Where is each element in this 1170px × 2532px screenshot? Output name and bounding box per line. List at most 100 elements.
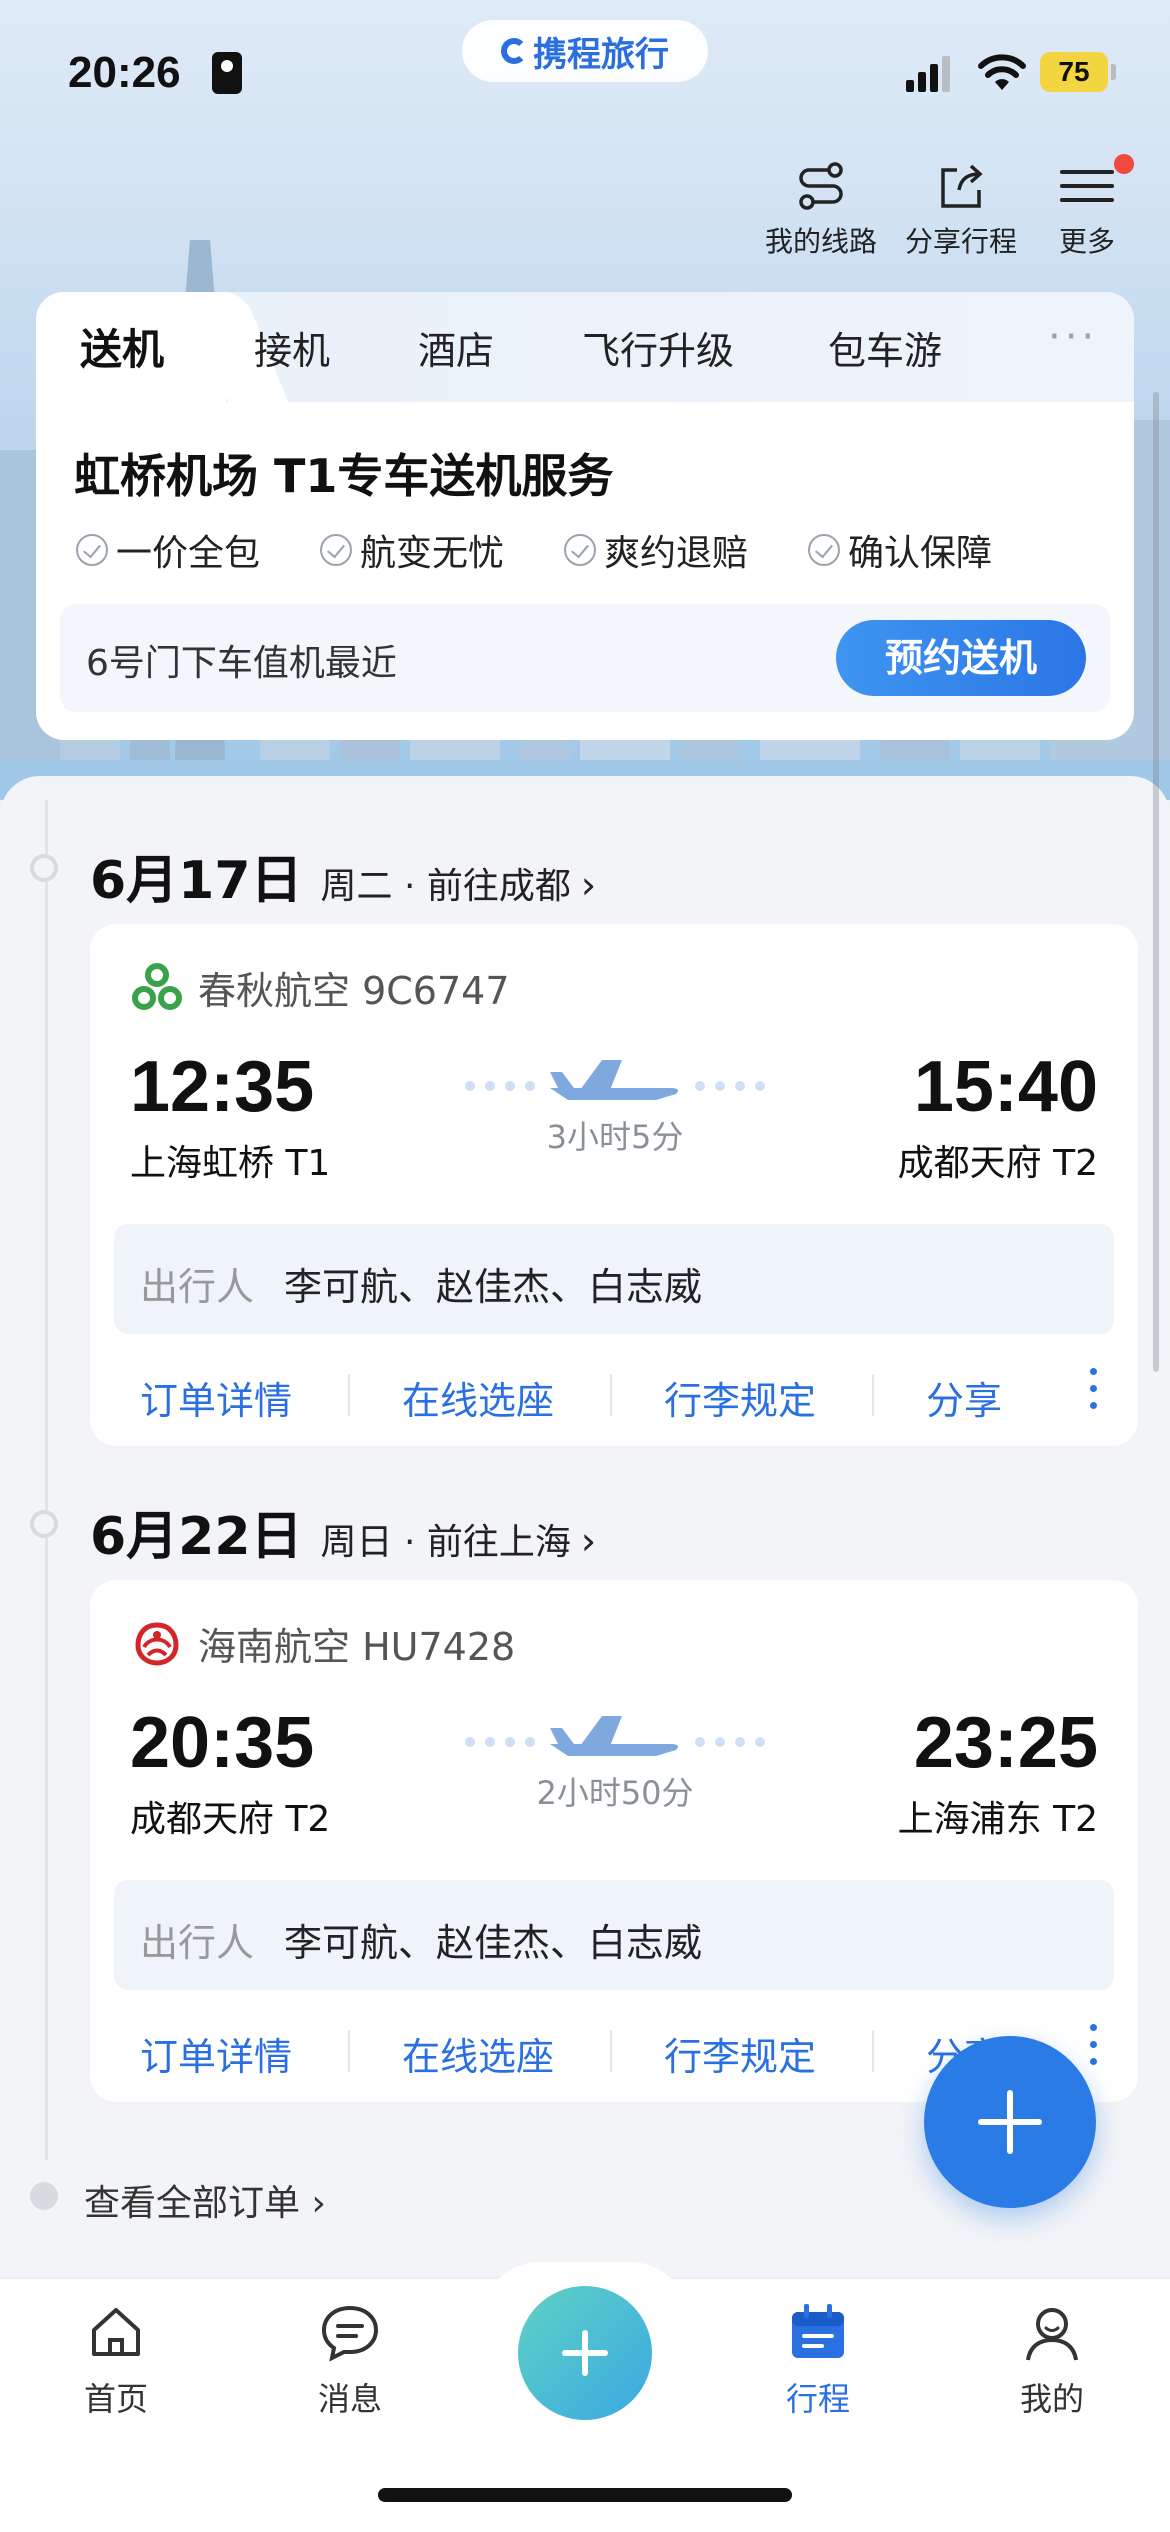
share-icon [941, 164, 983, 208]
feature-item: 一价全包 [76, 524, 260, 576]
nav-messages[interactable]: 消息 [280, 2300, 420, 2420]
trip-date-header[interactable]: 6月17日 周二 · 前往成都 › [90, 838, 596, 913]
check-icon [808, 534, 840, 566]
share-button[interactable]: 分享 [926, 1370, 1002, 1425]
brand-name: 携程旅行 [533, 34, 669, 75]
trip-date-header[interactable]: 6月22日 周日 · 前往上海 › [90, 1494, 596, 1569]
calendar-icon [792, 2304, 844, 2358]
divider [610, 1374, 612, 1416]
home-indicator [378, 2488, 792, 2502]
baggage-rules-button[interactable]: 行李规定 [664, 1370, 816, 1425]
trip-subtitle: 周日 · 前往上海 [320, 1522, 571, 1563]
departure-airport: 上海虹桥 T1 [130, 1143, 331, 1184]
flight-card[interactable]: 海南航空 HU7428 20:35 23:25 成都天府 T2 上海浦东 T2 … [90, 1580, 1138, 2102]
nav-trips-label: 行程 [785, 2380, 850, 2418]
more-tabs-button[interactable]: ··· [1048, 314, 1098, 360]
ctrip-logo-icon [501, 38, 527, 64]
airline-flight-number: 海南航空 HU7428 [198, 1625, 516, 1669]
timeline-line [45, 800, 48, 2160]
seat-selection-button[interactable]: 在线选座 [402, 2026, 554, 2081]
service-title: 虹桥机场 T1专车送机服务 [74, 449, 614, 503]
nav-profile[interactable]: 我的 [982, 2300, 1122, 2420]
nav-add-button[interactable] [518, 2286, 652, 2420]
tab-charter-tour[interactable]: 包车游 [828, 320, 942, 375]
airplane-icon [465, 1716, 765, 1756]
status-time: 20:26 [68, 48, 181, 97]
passenger-box: 出行人 李可航、赵佳杰、白志威 [114, 1224, 1114, 1334]
flight-actions: 订单详情 在线选座 行李规定 分享 [90, 1364, 1138, 1424]
feature-item: 确认保障 [808, 524, 992, 576]
view-all-orders-link[interactable]: 查看全部订单 › [84, 2174, 326, 2226]
divider [872, 1374, 874, 1416]
check-icon [76, 534, 108, 566]
id-card-icon [212, 52, 242, 94]
feature-item: 航变无忧 [320, 524, 504, 576]
arrival-airport: 成都天府 T2 [897, 1143, 1098, 1184]
kebab-menu-icon[interactable] [1088, 2024, 1098, 2074]
passenger-label: 出行人 [140, 1921, 255, 1965]
nav-messages-label: 消息 [317, 2380, 382, 2418]
flight-card[interactable]: 春秋航空 9C6747 12:35 15:40 上海虹桥 T1 成都天府 T2 … [90, 924, 1138, 1446]
order-details-button[interactable]: 订单详情 [140, 1370, 292, 1425]
message-icon [321, 2305, 379, 2362]
divider [610, 2030, 612, 2072]
more-menu-button[interactable]: 更多 [1022, 154, 1152, 260]
user-icon [1026, 2308, 1078, 2361]
trip-subtitle: 周二 · 前往成都 [320, 866, 571, 907]
flight-duration: 2小时50分 [536, 1774, 694, 1812]
arrival-time: 15:40 [913, 1047, 1098, 1127]
wifi-icon [978, 54, 1026, 90]
departure-time: 20:35 [130, 1703, 315, 1783]
flight-duration: 3小时5分 [546, 1118, 684, 1156]
menu-icon [1060, 170, 1114, 202]
departure-time: 12:35 [130, 1047, 315, 1127]
book-dropoff-button[interactable]: 预约送机 [836, 620, 1086, 696]
departure-airport: 成都天府 T2 [130, 1799, 331, 1840]
scrollbar[interactable] [1153, 392, 1159, 1372]
add-trip-fab[interactable] [924, 2036, 1096, 2208]
arrival-airport: 上海浦东 T2 [897, 1799, 1098, 1840]
share-trip-label: 分享行程 [904, 225, 1017, 258]
timeline-dot [30, 854, 58, 882]
chevron-right-icon: › [580, 863, 597, 907]
arrival-time: 23:25 [913, 1703, 1098, 1783]
divider [348, 2030, 350, 2072]
airline-row: 海南航空 HU7428 [130, 1616, 515, 1671]
tab-hotel[interactable]: 酒店 [418, 320, 494, 375]
feature-item: 爽约退赔 [564, 524, 748, 576]
divider [872, 2030, 874, 2072]
seat-selection-button[interactable]: 在线选座 [402, 1370, 554, 1425]
airline-row: 春秋航空 9C6747 [130, 960, 510, 1015]
home-icon [92, 2308, 140, 2356]
cellular-signal-icon [906, 56, 950, 92]
service-hint-bar: 6号门下车值机最近 预约送机 [60, 604, 1110, 712]
airport-transfer-card: 送机 接机 酒店 飞行升级 包车游 ··· 虹桥机场 T1专车送机服务 一价全包… [36, 292, 1134, 740]
divider [348, 1374, 350, 1416]
service-hint: 6号门下车值机最近 [86, 643, 397, 684]
tab-flight-upgrade[interactable]: 飞行升级 [582, 320, 734, 375]
baggage-rules-button[interactable]: 行李规定 [664, 2026, 816, 2081]
share-trip-button[interactable]: 分享行程 [896, 160, 1026, 260]
passenger-names: 李可航、赵佳杰、白志威 [284, 1265, 703, 1309]
airplane-icon [465, 1060, 765, 1100]
kebab-menu-icon[interactable] [1088, 1368, 1098, 1418]
chevron-right-icon: › [580, 1519, 597, 1563]
tab-airport-pickup[interactable]: 接机 [254, 320, 330, 375]
order-details-button[interactable]: 订单详情 [140, 2026, 292, 2081]
nav-trips[interactable]: 行程 [748, 2300, 888, 2420]
hainan-airlines-logo-icon [135, 1621, 179, 1666]
battery-indicator: 75 [1040, 52, 1116, 92]
passenger-names: 李可航、赵佳杰、白志威 [284, 1921, 703, 1965]
route-icon [799, 162, 843, 210]
passenger-box: 出行人 李可航、赵佳杰、白志威 [114, 1880, 1114, 1990]
my-routes-button[interactable]: 我的线路 [756, 160, 886, 260]
tab-airport-dropoff[interactable]: 送机 [80, 316, 164, 377]
check-icon [564, 534, 596, 566]
nav-profile-label: 我的 [1019, 2380, 1084, 2418]
status-bar: 20:26 携程旅行 75 [0, 0, 1170, 150]
timeline-dot [30, 1510, 58, 1538]
passenger-label: 出行人 [140, 1265, 255, 1309]
nav-home[interactable]: 首页 [46, 2300, 186, 2420]
my-routes-label: 我的线路 [764, 225, 877, 258]
check-icon [320, 534, 352, 566]
